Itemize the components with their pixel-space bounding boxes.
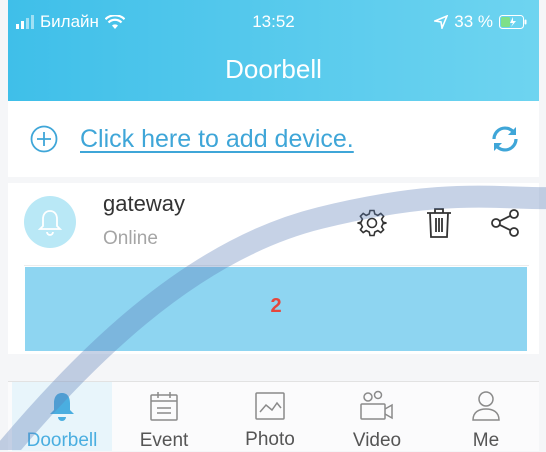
trash-icon: [427, 208, 451, 238]
tab-event[interactable]: Event: [114, 382, 214, 451]
tab-photo-label: Photo: [245, 429, 295, 450]
device-share-button[interactable]: [485, 203, 525, 243]
person-icon: [472, 391, 500, 421]
add-device-link[interactable]: Click here to add device.: [80, 125, 354, 154]
tab-me-icon-wrap: [471, 390, 501, 422]
device-name: gateway: [103, 191, 185, 216]
photo-icon: [255, 391, 285, 420]
bell-icon: [37, 210, 63, 236]
share-icon: [491, 209, 519, 237]
tab-photo-icon-wrap: [254, 390, 286, 421]
tab-doorbell-icon-wrap: [47, 390, 77, 422]
app-header: Билайн 13:52 33 % Doorbell: [8, 0, 539, 101]
device-card[interactable]: gateway Online 2: [8, 183, 539, 354]
bottom-tab-bar: Doorbell Event Photo Video Me: [8, 381, 539, 451]
tab-doorbell[interactable]: Doorbell: [12, 382, 112, 451]
tab-event-label: Event: [139, 430, 189, 451]
preview-label: 2: [270, 295, 282, 317]
battery-percent: 33 %: [454, 12, 493, 31]
tab-photo[interactable]: Photo: [220, 382, 320, 451]
tab-event-icon-wrap: [149, 390, 179, 422]
tab-me-label: Me: [472, 430, 500, 451]
device-status: Online: [103, 228, 158, 249]
device-delete-button[interactable]: [419, 203, 459, 243]
calendar-icon: [150, 392, 178, 421]
card-divider: [24, 265, 529, 266]
video-icon: [360, 390, 393, 420]
tab-video-icon-wrap: [359, 390, 395, 422]
device-preview[interactable]: 2: [25, 267, 527, 351]
status-right: 33 %: [434, 12, 527, 32]
tab-video-label: Video: [352, 430, 402, 451]
add-circle-icon[interactable]: [30, 125, 58, 153]
tab-video[interactable]: Video: [327, 382, 427, 451]
tab-doorbell-label: Doorbell: [26, 430, 98, 451]
battery-icon: [499, 15, 527, 29]
tab-me[interactable]: Me: [436, 382, 536, 451]
location-icon: [434, 15, 449, 29]
add-device-row: Click here to add device.: [8, 101, 539, 177]
device-avatar: [24, 196, 76, 248]
device-settings-button[interactable]: [352, 203, 392, 243]
page-title: Doorbell: [225, 54, 322, 84]
refresh-icon[interactable]: [487, 121, 523, 157]
bell-icon: [50, 393, 74, 421]
gear-icon: [357, 209, 387, 237]
status-bar: Билайн 13:52 33 %: [8, 0, 539, 38]
